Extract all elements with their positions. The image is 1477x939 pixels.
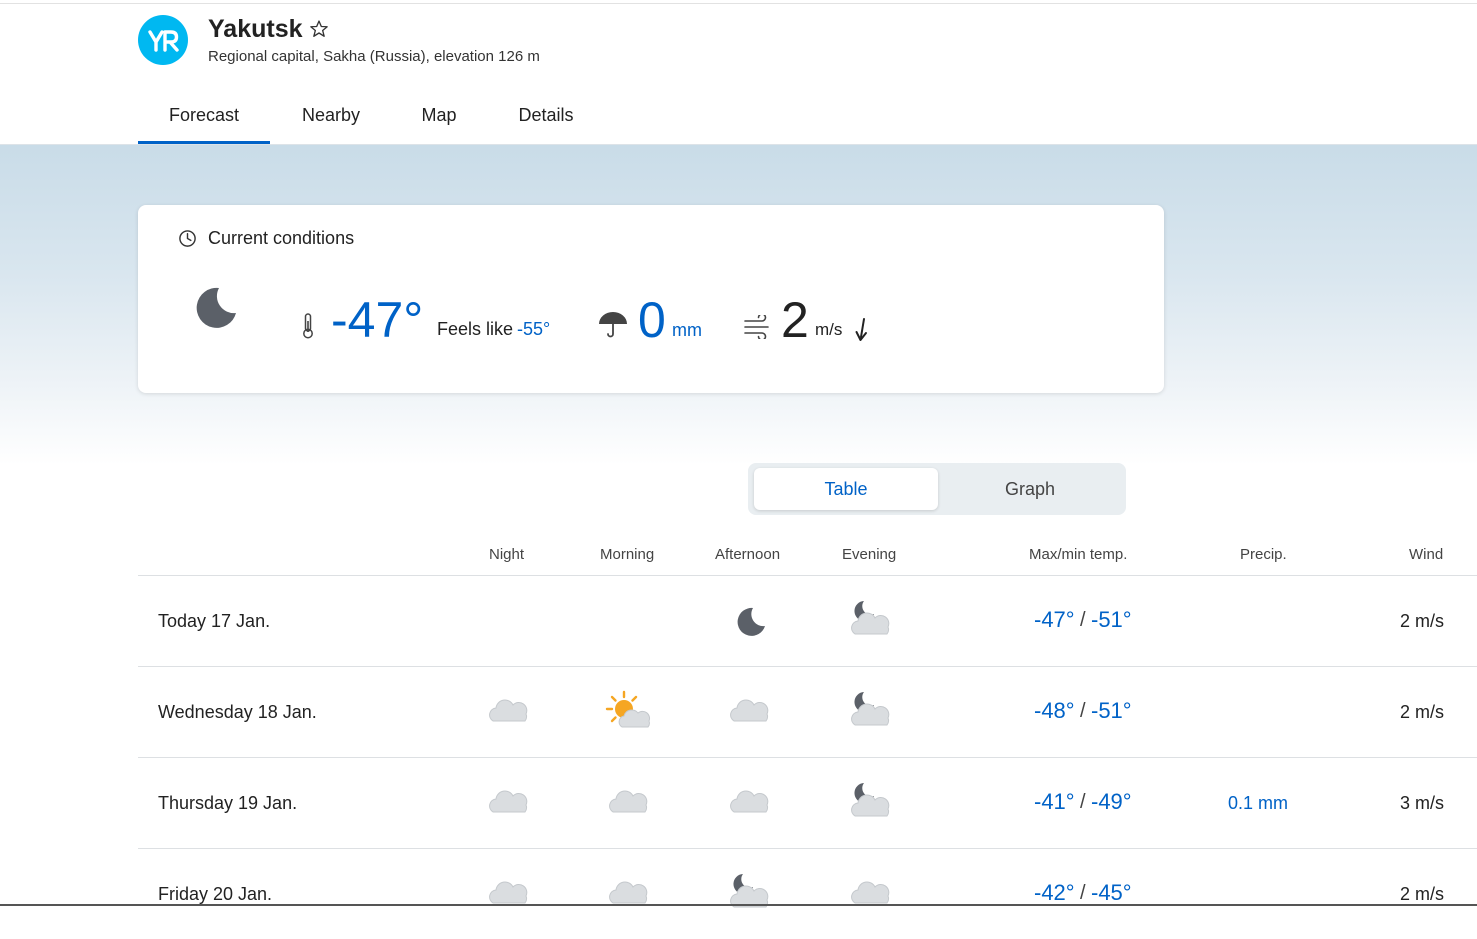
header-precip: Precip. [1240, 546, 1287, 563]
temp-separator: / [1080, 609, 1086, 631]
moon-icon [725, 596, 775, 646]
current-conditions-title: Current conditions [208, 228, 355, 248]
header-afternoon: Afternoon [715, 546, 781, 563]
view-toggle: Table Graph [748, 463, 1126, 515]
row-day-label: Today 17 Jan. [158, 611, 271, 631]
tab-forecast[interactable]: Forecast [138, 94, 270, 144]
precip-value: 0.1 mm [1228, 793, 1289, 813]
site-header: Yakutsk Regional capital, Sakha (Russia)… [0, 0, 1477, 145]
favorite-star-icon[interactable] [309, 19, 329, 39]
arrow-down-icon [855, 318, 867, 341]
clock-icon [179, 230, 196, 247]
max-temp: -48° [1034, 698, 1075, 723]
precipitation-unit: mm [672, 320, 702, 340]
min-temp: -45° [1091, 880, 1132, 905]
moon-cloud-icon [846, 687, 896, 737]
max-temp: -47° [1034, 607, 1075, 632]
moon-cloud-icon [725, 869, 775, 919]
feels-like-label: Feels like [437, 319, 514, 339]
wind-icon [744, 315, 769, 339]
header-max-min-temp: Max/min temp. [1029, 546, 1128, 563]
header-wind: Wind [1409, 546, 1444, 563]
wind-unit: m/s [815, 320, 843, 339]
row-day-label: Thursday 19 Jan. [158, 793, 298, 813]
location-subtitle: Regional capital, Sakha (Russia), elevat… [208, 48, 540, 65]
row-day-label: Friday 20 Jan. [158, 884, 273, 904]
temp-separator: / [1080, 700, 1086, 722]
tab-map[interactable]: Map [410, 94, 468, 141]
cloud-icon [604, 778, 654, 828]
thermometer-icon [303, 313, 313, 339]
header-night: Night [489, 546, 525, 563]
table-row[interactable]: Today 17 Jan. -47° / -51° 2 m/s [138, 575, 1477, 666]
header-morning: Morning [600, 546, 655, 563]
yr-logo-icon [148, 30, 179, 52]
table-row[interactable]: Wednesday 18 Jan. -48° / -51° 2 m/s [138, 666, 1477, 757]
umbrella-icon [599, 312, 627, 338]
row-day-label: Wednesday 18 Jan. [158, 702, 317, 722]
tab-details[interactable]: Details [506, 94, 586, 141]
max-temp: -41° [1034, 789, 1075, 814]
cloud-icon [484, 687, 534, 737]
top-border [0, 3, 1477, 4]
moon-cloud-icon [846, 596, 896, 646]
max-temp: -42° [1034, 880, 1075, 905]
cloud-icon [604, 869, 654, 919]
cloud-icon [846, 869, 896, 919]
current-conditions-card: Current conditions -47° Feels like -55° … [138, 205, 1164, 393]
tab-nearby[interactable]: Nearby [288, 94, 374, 141]
feels-like-value: -55° [517, 319, 551, 339]
wind-value: 2 m/s [1400, 611, 1445, 631]
cloud-icon [484, 778, 534, 828]
wind-value: 2 m/s [1400, 884, 1445, 904]
cloud-icon [725, 778, 775, 828]
min-temp: -51° [1091, 607, 1132, 632]
sun-cloud-icon [604, 687, 654, 737]
table-view-button[interactable]: Table [754, 468, 938, 510]
current-precipitation: 0 [638, 292, 666, 348]
current-temperature: -47° [331, 292, 424, 348]
min-temp: -51° [1091, 698, 1132, 723]
cloud-icon [725, 687, 775, 737]
moon-icon [196, 287, 236, 328]
current-wind-speed: 2 [781, 292, 809, 348]
location-title: Yakutsk [208, 15, 303, 43]
header-evening: Evening [842, 546, 897, 563]
cloud-icon [484, 869, 534, 919]
wind-value: 3 m/s [1400, 793, 1445, 813]
moon-cloud-icon [846, 778, 896, 828]
graph-view-button[interactable]: Graph [938, 468, 1122, 510]
wind-value: 2 m/s [1400, 702, 1445, 722]
table-row[interactable]: Friday 20 Jan. -42° / -45° 2 m/s [138, 848, 1477, 939]
temp-separator: / [1080, 882, 1086, 904]
min-temp: -49° [1091, 789, 1132, 814]
table-row[interactable]: Thursday 19 Jan. -41° / -49° 0.1 mm 3 m/s [138, 757, 1477, 848]
temp-separator: / [1080, 791, 1086, 813]
yr-logo[interactable] [138, 15, 188, 65]
